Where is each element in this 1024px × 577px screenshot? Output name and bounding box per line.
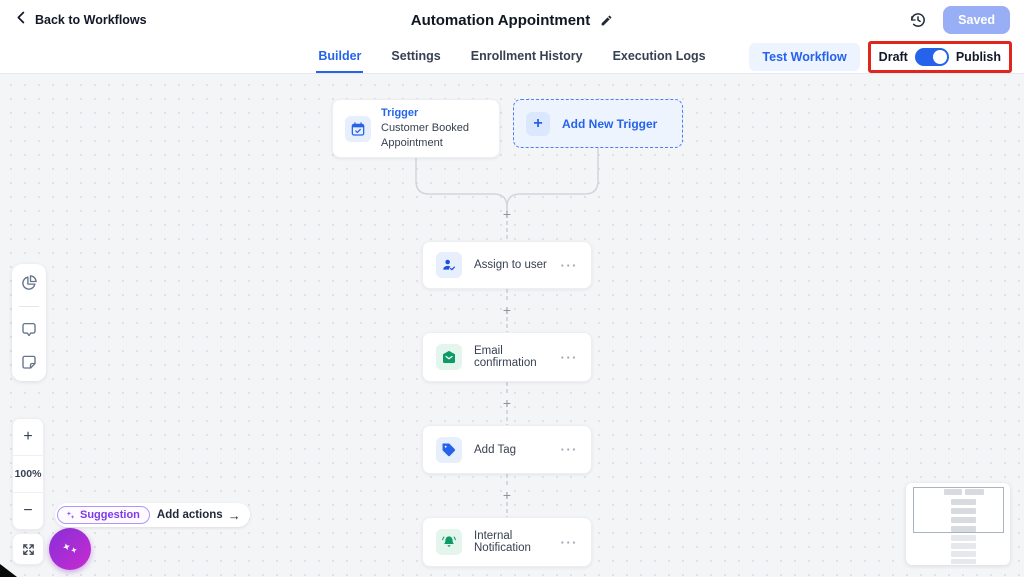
- node-menu-button[interactable]: ···: [561, 351, 579, 364]
- add-step-plus[interactable]: +: [499, 206, 515, 222]
- node-internal-notification[interactable]: Internal Notification ···: [422, 517, 592, 567]
- add-actions-button[interactable]: Add actions →: [157, 509, 241, 522]
- saved-button[interactable]: Saved: [943, 6, 1010, 34]
- tab-enrollment-history[interactable]: Enrollment History: [469, 40, 585, 73]
- trigger-kicker: Trigger: [381, 107, 419, 120]
- arrow-right-icon: →: [227, 507, 241, 523]
- add-new-trigger-button[interactable]: + Add New Trigger: [513, 99, 683, 148]
- node-menu-button[interactable]: ···: [561, 259, 579, 272]
- tab-settings[interactable]: Settings: [389, 40, 442, 73]
- publish-label: Publish: [955, 49, 1001, 64]
- fullscreen-button[interactable]: [12, 533, 44, 565]
- pie-chart-icon[interactable]: [20, 274, 38, 292]
- sparkles-icon: [63, 543, 77, 553]
- node-label: Assign to user: [474, 259, 547, 271]
- tab-execution-logs[interactable]: Execution Logs: [611, 40, 708, 73]
- note-icon[interactable]: [20, 353, 38, 371]
- minimap[interactable]: [906, 483, 1010, 565]
- back-label: Back to Workflows: [35, 13, 147, 27]
- node-menu-button[interactable]: ···: [561, 536, 579, 549]
- suggestion-label: Suggestion: [80, 509, 140, 521]
- node-label: Email confirmation: [474, 345, 537, 369]
- edit-title-icon[interactable]: [600, 14, 613, 27]
- publish-toggle[interactable]: [914, 47, 949, 66]
- mouse-cursor: [0, 564, 17, 577]
- app-header: Back to Workflows Automation Appointment…: [0, 0, 1024, 40]
- comment-icon[interactable]: [20, 321, 38, 339]
- toolbox-divider: [19, 306, 39, 307]
- zoom-out-button[interactable]: −: [13, 493, 43, 529]
- back-to-workflows-button[interactable]: Back to Workflows: [14, 10, 147, 30]
- node-assign-to-user[interactable]: Assign to user ···: [422, 241, 592, 289]
- plus-icon: +: [526, 111, 550, 136]
- draft-label: Draft: [878, 49, 908, 64]
- suggestion-badge[interactable]: Suggestion: [57, 506, 150, 524]
- add-new-trigger-label: Add New Trigger: [562, 116, 658, 131]
- workflow-canvas[interactable]: + + + + Trigger Customer Booked Appointm…: [0, 74, 1024, 577]
- node-label: Add Tag: [474, 443, 516, 456]
- bell-icon: [436, 529, 462, 555]
- mail-icon: [436, 344, 462, 370]
- ai-assistant-button[interactable]: [49, 528, 91, 570]
- zoom-controls: + 100% −: [12, 418, 44, 530]
- zoom-level: 100%: [13, 455, 43, 493]
- add-step-plus[interactable]: +: [499, 395, 515, 411]
- node-add-tag[interactable]: Add Tag ···: [422, 425, 592, 474]
- test-workflow-button[interactable]: Test Workflow: [749, 42, 860, 71]
- publish-annotation-box: Draft Publish: [867, 40, 1012, 73]
- add-step-plus[interactable]: +: [499, 487, 515, 503]
- sparkle-icon: [66, 510, 75, 519]
- node-email-confirmation[interactable]: Email confirmation ···: [422, 332, 592, 382]
- add-step-plus[interactable]: +: [499, 302, 515, 318]
- tabs: Builder Settings Enrollment History Exec…: [316, 40, 707, 73]
- tab-builder[interactable]: Builder: [316, 40, 364, 73]
- suggestion-bar: Suggestion Add actions →: [55, 503, 250, 527]
- user-check-icon: [436, 252, 462, 278]
- canvas-toolbox: [12, 264, 46, 381]
- node-label: Internal Notification: [474, 530, 531, 554]
- tag-icon: [436, 436, 462, 463]
- back-chevron-icon: [14, 10, 29, 30]
- page-title: Automation Appointment: [410, 11, 591, 29]
- tab-bar: Builder Settings Enrollment History Exec…: [0, 40, 1024, 74]
- expand-icon: [22, 543, 34, 555]
- trigger-node[interactable]: Trigger Customer Booked Appointment: [332, 99, 500, 158]
- zoom-in-button[interactable]: +: [13, 419, 43, 455]
- trigger-title: Customer Booked Appointment: [381, 122, 470, 149]
- node-menu-button[interactable]: ···: [561, 443, 579, 456]
- history-clock-icon[interactable]: [909, 11, 927, 29]
- calendar-check-icon: [345, 115, 371, 142]
